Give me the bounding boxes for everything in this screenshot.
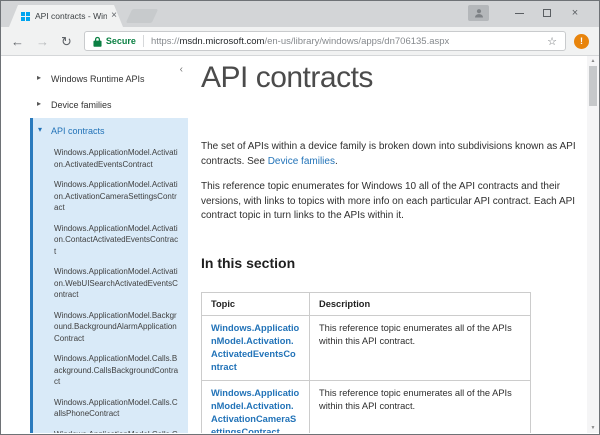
sidebar-subitem[interactable]: Windows.ApplicationModel.Activation.Acti… (54, 147, 180, 170)
sidebar-item-api-contracts[interactable]: ▾ API contracts (33, 118, 188, 144)
profile-icon[interactable] (468, 5, 489, 21)
intro-text-end: . (335, 156, 338, 167)
sidebar-subitem[interactable]: Windows.ApplicationModel.Calls.Backgroun… (54, 353, 180, 388)
sidebar-subitem[interactable]: Windows.ApplicationModel.Activation.WebU… (54, 266, 180, 301)
url-text: https://msdn.microsoft.com/en-us/library… (151, 36, 449, 47)
back-icon[interactable]: ← (11, 35, 24, 48)
sidebar-subitem[interactable]: Windows.ApplicationModel.Calls.CallsPhon… (54, 397, 180, 420)
window-controls: × (468, 5, 589, 21)
sidebar-selected-section: ▾ API contracts Windows.ApplicationModel… (30, 118, 188, 433)
padlock-icon (93, 36, 102, 47)
maximize-button[interactable] (533, 5, 561, 21)
bookmark-star-icon[interactable]: ☆ (547, 35, 557, 48)
tab-title: API contracts - Windows (35, 11, 107, 21)
topic-link[interactable]: Windows.ApplicationModel.Activation.Acti… (211, 323, 299, 372)
sidebar-nav: ‹ ▸ Windows Runtime APIs ▸ Device famili… (1, 56, 188, 433)
omnibox-divider (143, 35, 144, 47)
description-cell: This reference topic enumerates all of t… (310, 315, 531, 380)
close-button[interactable]: × (561, 5, 589, 21)
intro-paragraph: The set of APIs within a device family i… (201, 140, 583, 169)
scroll-down-icon[interactable]: ▼ (587, 425, 599, 431)
sidebar-children: Windows.ApplicationModel.Activation.Acti… (33, 144, 188, 433)
topic-link[interactable]: Windows.ApplicationModel.Activation.Acti… (211, 388, 299, 434)
person-icon (474, 8, 484, 18)
section-heading: In this section (201, 255, 585, 271)
browser-toolbar: ← → ↻ Secure https://msdn.microsoft.com/… (1, 27, 599, 56)
description-cell: This reference topic enumerates all of t… (310, 380, 531, 433)
table-row: Windows.ApplicationModel.Activation.Acti… (202, 380, 531, 433)
intro-text: The set of APIs within a device family i… (201, 141, 576, 167)
sidebar-item-windows-runtime-apis[interactable]: ▸ Windows Runtime APIs (1, 66, 188, 92)
sidebar-item-label: Device families (51, 100, 112, 110)
sidebar-item-device-families[interactable]: ▸ Device families (1, 92, 188, 118)
page-content: ‹ ▸ Windows Runtime APIs ▸ Device famili… (1, 56, 599, 433)
sidebar-subitem[interactable]: Windows.ApplicationModel.Calls.CallsVoip… (54, 429, 180, 434)
sidebar-subitem[interactable]: Windows.ApplicationModel.Background.Back… (54, 310, 180, 345)
topic-cell: Windows.ApplicationModel.Activation.Acti… (202, 315, 310, 380)
table-header-description: Description (310, 292, 531, 315)
windows-logo-favicon (21, 12, 30, 21)
table-header-row: Topic Description (202, 292, 531, 315)
tab-strip: API contracts - Windows × × (1, 1, 599, 27)
chevron-right-icon: ▸ (37, 99, 41, 108)
sidebar-item-label: API contracts (51, 126, 105, 136)
contracts-table: Topic Description Windows.ApplicationMod… (201, 292, 531, 434)
browser-tab[interactable]: API contracts - Windows × (9, 5, 123, 27)
url-path: /en-us/library/windows/apps/dn706135.asp… (264, 36, 449, 47)
forward-icon[interactable]: → (36, 35, 49, 48)
chevron-right-icon: ▸ (37, 73, 41, 82)
table-header-topic: Topic (202, 292, 310, 315)
sidebar-subitem[interactable]: Windows.ApplicationModel.Activation.Cont… (54, 223, 180, 258)
chevron-down-icon: ▾ (38, 125, 42, 134)
url-scheme: https:// (151, 36, 180, 47)
secure-label: Secure (106, 36, 136, 46)
scroll-up-icon[interactable]: ▲ (587, 58, 599, 64)
url-domain: msdn.microsoft.com (179, 36, 264, 47)
reload-icon[interactable]: ↻ (61, 35, 72, 48)
browser-window: API contracts - Windows × × ← → ↻ Secure (0, 0, 600, 435)
sidebar-subitem[interactable]: Windows.ApplicationModel.Activation.Acti… (54, 179, 180, 214)
description-paragraph: This reference topic enumerates for Wind… (201, 180, 583, 224)
new-tab-button[interactable] (126, 9, 159, 23)
tab-close-icon[interactable]: × (111, 11, 117, 21)
article: API contracts The set of APIs within a d… (201, 56, 585, 433)
content-scrollbar[interactable]: ▲ ▼ (587, 56, 599, 433)
topic-cell: Windows.ApplicationModel.Activation.Acti… (202, 380, 310, 433)
page-title: API contracts (201, 61, 585, 95)
scrollbar-thumb[interactable] (589, 66, 597, 106)
address-bar[interactable]: Secure https://msdn.microsoft.com/en-us/… (84, 31, 566, 51)
menu-update-badge-icon[interactable]: ! (574, 34, 589, 49)
table-row: Windows.ApplicationModel.Activation.Acti… (202, 315, 531, 380)
device-families-link[interactable]: Device families (268, 156, 335, 167)
minimize-button[interactable] (505, 5, 533, 21)
sidebar-item-label: Windows Runtime APIs (51, 74, 145, 84)
